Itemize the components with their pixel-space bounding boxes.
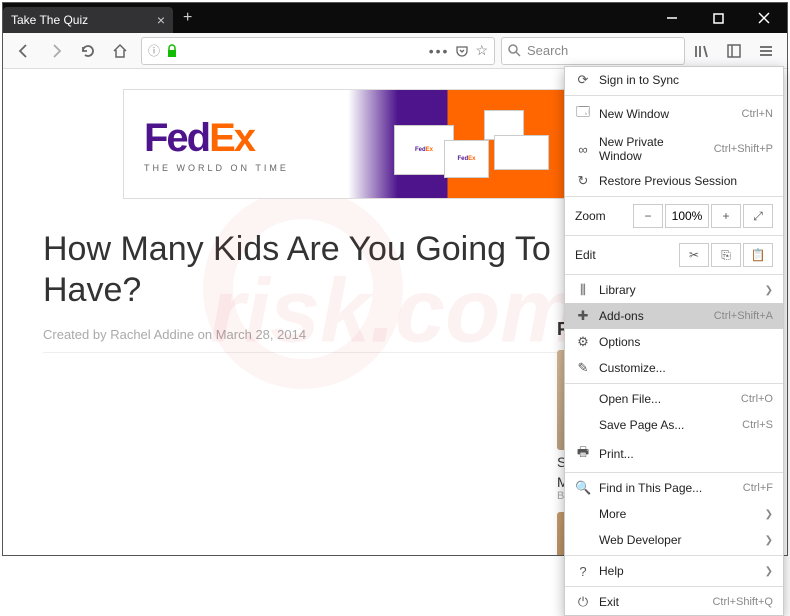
gear-icon: ⚙ [575, 334, 591, 350]
menu-find[interactable]: 🔍 Find in This Page... Ctrl+F [565, 475, 783, 501]
paste-button[interactable]: 📋 [743, 243, 773, 267]
window-controls [649, 3, 787, 33]
addons-icon: ✚ [575, 308, 591, 324]
forward-button[interactable] [41, 37, 71, 65]
menu-separator [565, 235, 783, 236]
menu-save-as[interactable]: Save Page As... Ctrl+S [565, 412, 783, 438]
forward-icon [48, 43, 64, 59]
close-button[interactable] [741, 3, 787, 33]
menu-more[interactable]: More ❯ [565, 501, 783, 527]
search-icon [508, 44, 521, 57]
bookmark-star-icon[interactable]: ☆ [475, 42, 488, 59]
minimize-icon [666, 12, 678, 24]
logo-part-fed: Fed [144, 116, 209, 160]
exit-icon: ⏻ [575, 594, 591, 610]
menu-print[interactable]: 🖶 Print... [565, 438, 783, 470]
sidebar-icon [726, 43, 742, 59]
copy-button[interactable]: ⎘ [711, 243, 741, 267]
back-button[interactable] [9, 37, 39, 65]
menu-addons[interactable]: ✚ Add-ons Ctrl+Shift+A [565, 303, 783, 329]
minimize-button[interactable] [649, 3, 695, 33]
menu-zoom-row: Zoom − 100% + ⤢ [565, 199, 783, 233]
url-bar[interactable]: ⓘ ••• ☆ [141, 37, 495, 65]
menu-separator [565, 383, 783, 384]
window-icon: 🗔 [575, 103, 591, 125]
tab-title: Take The Quiz [11, 13, 88, 27]
menu-new-window[interactable]: 🗔 New Window Ctrl+N [565, 98, 783, 130]
library-button[interactable] [687, 37, 717, 65]
fedex-tagline: THE WORLD ON TIME [144, 163, 289, 173]
reload-button[interactable] [73, 37, 103, 65]
chevron-right-icon: ❯ [765, 509, 773, 520]
tab-active[interactable]: Take The Quiz × [3, 7, 173, 33]
fedex-logo: FedEx [144, 116, 289, 161]
chevron-right-icon: ❯ [765, 285, 773, 296]
logo-part-ex: Ex [209, 116, 254, 160]
menu-edit-row: Edit ✂ ⎘ 📋 [565, 238, 783, 272]
help-icon: ? [575, 564, 591, 579]
menu-separator [565, 274, 783, 275]
new-tab-button[interactable]: + [173, 3, 202, 33]
private-icon: ∞ [575, 142, 591, 157]
search-bar[interactable]: Search [501, 37, 685, 65]
customize-icon: ✎ [575, 360, 591, 376]
menu-sign-in[interactable]: ⟳ Sign in to Sync [565, 67, 783, 93]
search-placeholder: Search [527, 43, 568, 58]
home-icon [112, 43, 128, 59]
zoom-in-button[interactable]: + [711, 204, 741, 228]
toolbar: ⓘ ••• ☆ Search [3, 33, 787, 69]
menu-help[interactable]: ? Help ❯ [565, 558, 783, 584]
menu-exit[interactable]: ⏻ Exit Ctrl+Shift+Q [565, 589, 783, 615]
restore-icon: ↻ [575, 173, 591, 189]
menu-separator [565, 196, 783, 197]
titlebar: Take The Quiz × + [3, 3, 787, 33]
back-icon [16, 43, 32, 59]
menu-open-file[interactable]: Open File... Ctrl+O [565, 386, 783, 412]
sidebar-button[interactable] [719, 37, 749, 65]
page-actions-icon[interactable]: ••• [429, 43, 450, 59]
menu-customize[interactable]: ✎ Customize... [565, 355, 783, 381]
library-icon [694, 43, 710, 59]
home-button[interactable] [105, 37, 135, 65]
app-menu-dropdown: ⟳ Sign in to Sync 🗔 New Window Ctrl+N ∞ … [564, 66, 784, 616]
menu-options[interactable]: ⚙ Options [565, 329, 783, 355]
menu-separator [565, 95, 783, 96]
menu-web-developer[interactable]: Web Developer ❯ [565, 527, 783, 553]
chevron-right-icon: ❯ [765, 535, 773, 546]
tab-strip: Take The Quiz × + [3, 3, 649, 33]
zoom-value: 100% [665, 204, 709, 228]
close-icon [758, 12, 770, 24]
zoom-out-button[interactable]: − [633, 204, 663, 228]
divider [43, 352, 583, 353]
menu-separator [565, 472, 783, 473]
pocket-icon[interactable] [455, 44, 469, 58]
menu-button[interactable] [751, 37, 781, 65]
article-headline: How Many Kids Are You Going To Have? [43, 229, 583, 311]
maximize-icon [713, 13, 724, 24]
menu-separator [565, 586, 783, 587]
chevron-right-icon: ❯ [765, 566, 773, 577]
info-icon[interactable]: ⓘ [148, 42, 160, 59]
lock-icon [166, 44, 178, 58]
print-icon: 🖶 [575, 443, 591, 465]
menu-library[interactable]: ⫼ Library ❯ [565, 277, 783, 303]
library-icon: ⫼ [575, 282, 591, 298]
fullscreen-button[interactable]: ⤢ [743, 204, 773, 228]
tab-close-icon[interactable]: × [157, 12, 165, 28]
sync-icon: ⟳ [575, 72, 591, 88]
ad-banner[interactable]: FedEx THE WORLD ON TIME FedEx FedEx [123, 89, 623, 199]
menu-new-private-window[interactable]: ∞ New Private Window Ctrl+Shift+P [565, 130, 783, 168]
hamburger-icon [758, 43, 774, 59]
reload-icon [80, 43, 96, 59]
menu-restore-session[interactable]: ↻ Restore Previous Session [565, 168, 783, 194]
menu-separator [565, 555, 783, 556]
search-icon: 🔍 [575, 480, 591, 496]
maximize-button[interactable] [695, 3, 741, 33]
cut-button[interactable]: ✂ [679, 243, 709, 267]
